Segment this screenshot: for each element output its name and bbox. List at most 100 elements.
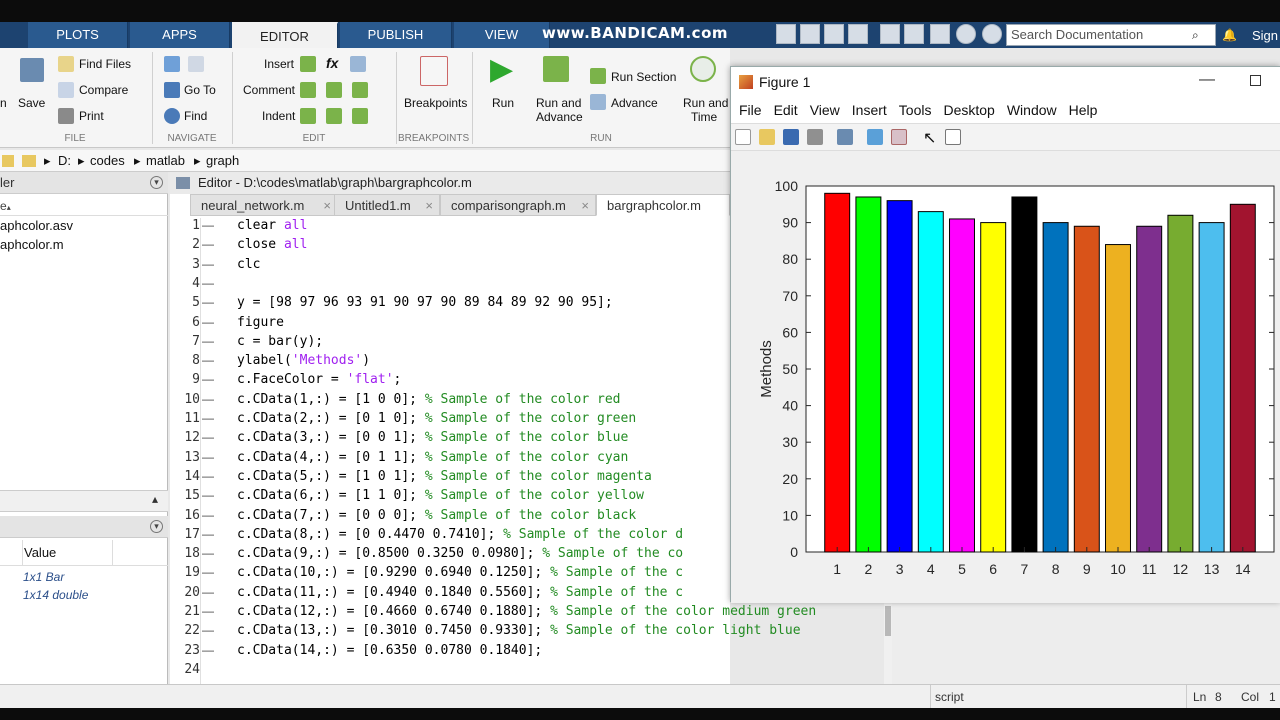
breakpoint-dash[interactable]: — — [202, 295, 214, 309]
comment-icon[interactable] — [300, 82, 316, 98]
tab-view[interactable]: VIEW — [454, 22, 550, 48]
breakpoint-dash[interactable]: — — [202, 353, 214, 367]
scrollbar-thumb[interactable] — [885, 606, 891, 636]
breakpoint-dash[interactable]: — — [202, 411, 214, 425]
breakpoint-dash[interactable]: — — [202, 585, 214, 599]
code-line[interactable]: c.CData(3,:) = [0 0 1]; % Sample of the … — [237, 430, 628, 445]
file-item-asv[interactable]: aphcolor.asv — [0, 218, 73, 233]
breadcrumb-drive[interactable]: D: — [58, 150, 71, 172]
tab-apps[interactable]: APPS — [130, 22, 230, 48]
menu-file[interactable]: File — [739, 102, 762, 118]
copy-icon[interactable] — [824, 24, 844, 44]
name-column-header[interactable]: e▴ — [0, 196, 168, 216]
menu-desktop[interactable]: Desktop — [943, 102, 994, 118]
breakpoint-dash[interactable]: — — [202, 623, 214, 637]
tab-editor[interactable]: EDITOR — [232, 22, 338, 48]
breakpoint-dash[interactable]: — — [202, 488, 214, 502]
save-icon[interactable] — [20, 58, 44, 82]
insert-function-icon[interactable] — [350, 56, 366, 72]
link-plot-icon[interactable] — [837, 129, 853, 145]
redo-icon[interactable] — [904, 24, 924, 44]
back-arrow-icon[interactable] — [164, 56, 180, 72]
print-button[interactable]: Print — [79, 109, 104, 123]
menu-view[interactable]: View — [810, 102, 840, 118]
breakpoint-dash[interactable]: — — [202, 430, 214, 444]
tab-plots[interactable]: PLOTS — [28, 22, 128, 48]
tab-neural-network[interactable]: neural_network.m × — [190, 194, 338, 216]
panel-actions-icon[interactable]: ▾ — [150, 176, 163, 189]
run-and-time-button-line1[interactable]: Run and — [683, 96, 728, 110]
code-line[interactable]: c.CData(12,:) = [0.4660 0.6740 0.1880]; … — [237, 604, 816, 619]
breakpoint-dash[interactable]: — — [202, 604, 214, 618]
menu-window[interactable]: Window — [1007, 102, 1057, 118]
paste-icon[interactable] — [848, 24, 868, 44]
breakpoint-dash[interactable]: — — [202, 315, 214, 329]
breakpoint-dash[interactable]: — — [202, 450, 214, 464]
editor-scrollbar[interactable] — [884, 602, 892, 684]
code-line[interactable]: c.CData(10,:) = [0.9290 0.6940 0.1250]; … — [237, 565, 683, 580]
code-line[interactable]: clear all — [237, 218, 307, 233]
code-line[interactable]: c.CData(14,:) = [0.6350 0.0780 0.1840]; — [237, 643, 542, 658]
breakpoint-dash[interactable]: — — [202, 469, 214, 483]
save-button[interactable]: Save — [18, 96, 45, 110]
code-line[interactable]: figure — [237, 315, 284, 330]
tab-publish[interactable]: PUBLISH — [340, 22, 452, 48]
code-line[interactable]: c.CData(2,:) = [0 1 0]; % Sample of the … — [237, 411, 636, 426]
save-quick-icon[interactable] — [776, 24, 796, 44]
percent-icon[interactable] — [326, 82, 342, 98]
details-panel-bar[interactable]: ▴ — [0, 490, 168, 512]
find-button[interactable]: Find — [184, 109, 207, 123]
go-to-button[interactable]: Go To — [184, 83, 216, 97]
tab-comparisongraph[interactable]: comparisongraph.m × — [440, 194, 596, 216]
bell-icon[interactable]: 🔔 — [1222, 28, 1237, 42]
increase-indent-icon[interactable] — [352, 108, 368, 124]
run-and-advance-button-line1[interactable]: Run and — [536, 96, 581, 110]
close-icon[interactable]: × — [581, 195, 589, 217]
comment-button[interactable]: Comment — [243, 83, 295, 97]
pointer-icon[interactable]: ↖ — [923, 128, 936, 148]
code-line[interactable]: c.CData(8,:) = [0 0.4470 0.7410]; % Samp… — [237, 527, 683, 542]
collapse-icon[interactable]: ▴ — [152, 492, 158, 506]
code-line[interactable]: c.CData(4,:) = [0 1 1]; % Sample of the … — [237, 450, 628, 465]
sign-in-link[interactable]: Sign — [1252, 28, 1278, 43]
find-files-button[interactable]: Find Files — [79, 57, 131, 71]
fx-icon[interactable]: fx — [326, 55, 338, 71]
maximize-icon[interactable] — [1250, 75, 1261, 86]
code-line[interactable]: ylabel('Methods') — [237, 353, 370, 368]
code-line[interactable]: c.CData(9,:) = [0.8500 0.3250 0.0980]; %… — [237, 546, 683, 561]
breadcrumb-codes[interactable]: codes — [90, 150, 125, 172]
chevron-down-icon[interactable] — [982, 24, 1002, 44]
code-line[interactable]: close all — [237, 237, 307, 252]
minimize-icon[interactable]: — — [1199, 71, 1215, 89]
forward-arrow-icon[interactable] — [188, 56, 204, 72]
print-figure-icon[interactable] — [807, 129, 823, 145]
breadcrumb-matlab[interactable]: matlab — [146, 150, 185, 172]
file-item-m[interactable]: aphcolor.m — [0, 237, 64, 252]
figure-title-bar[interactable]: Figure 1 — [731, 67, 1280, 97]
run-and-time-button-line2[interactable]: Time — [691, 110, 717, 124]
workspace-value-c[interactable]: 1x1 Bar — [23, 570, 64, 584]
menu-tools[interactable]: Tools — [899, 102, 932, 118]
menu-help[interactable]: Help — [1069, 102, 1098, 118]
code-line[interactable]: c.CData(7,:) = [0 0 0]; % Sample of the … — [237, 508, 636, 523]
menu-insert[interactable]: Insert — [852, 102, 887, 118]
folder-up-icon[interactable] — [2, 155, 14, 167]
run-and-advance-button-line2[interactable]: Advance — [536, 110, 583, 124]
menu-edit[interactable]: Edit — [774, 102, 798, 118]
breakpoint-dash[interactable]: — — [202, 508, 214, 522]
close-icon[interactable]: × — [425, 195, 433, 217]
code-line[interactable]: c.CData(13,:) = [0.3010 0.7450 0.9330]; … — [237, 623, 801, 638]
code-line[interactable]: c.FaceColor = 'flat'; — [237, 372, 401, 387]
open-file-icon[interactable] — [759, 129, 775, 145]
open-button[interactable]: n — [0, 96, 7, 110]
search-documentation-input[interactable]: Search Documentation — [1006, 24, 1216, 46]
breakpoint-dash[interactable]: — — [202, 565, 214, 579]
breakpoint-dash[interactable]: — — [202, 527, 214, 541]
property-editor-icon[interactable] — [945, 129, 961, 145]
insert-button[interactable]: Insert — [264, 57, 294, 71]
value-column-header[interactable]: Value — [24, 540, 56, 566]
tab-bargraphcolor[interactable]: bargraphcolor.m — [596, 194, 730, 216]
run-section-button[interactable]: Run Section — [611, 70, 676, 84]
insert-section-icon[interactable] — [300, 56, 316, 72]
workspace-actions-icon[interactable]: ▾ — [150, 520, 163, 533]
